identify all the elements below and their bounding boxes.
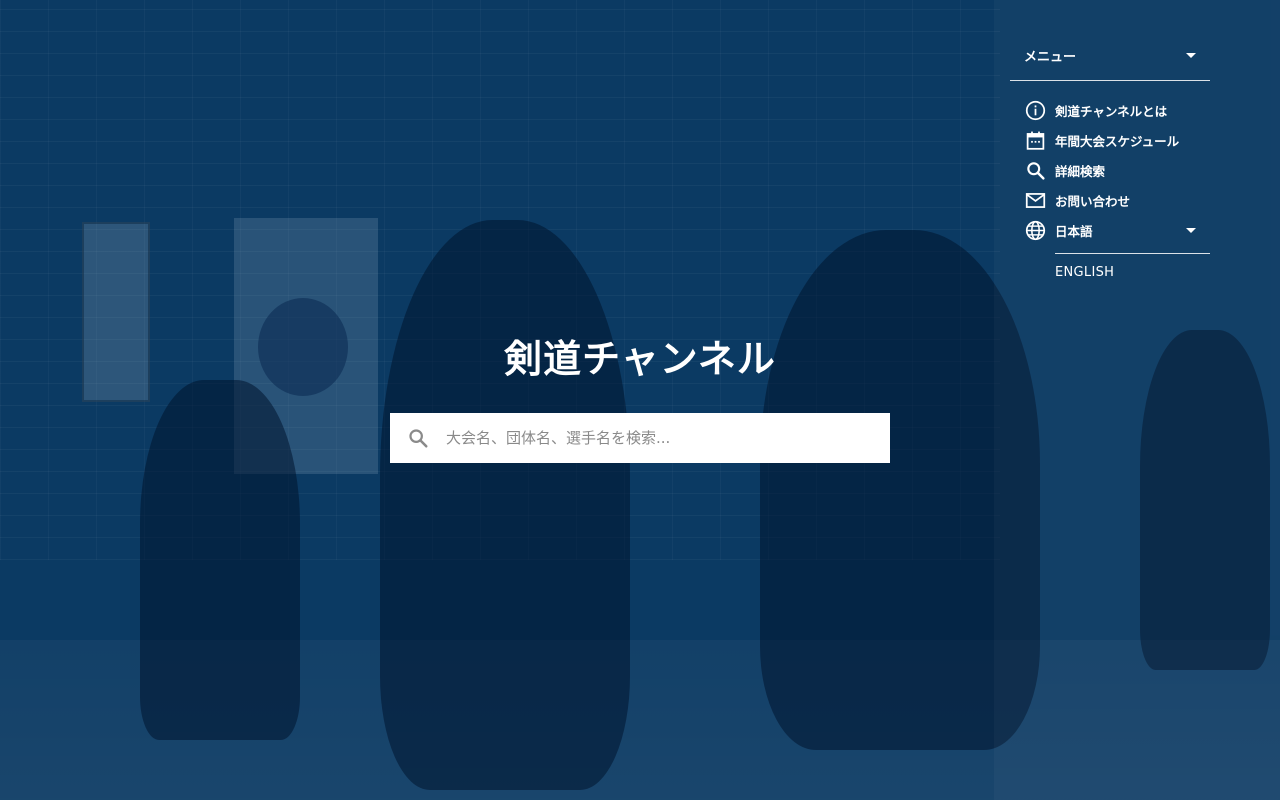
chevron-down-icon bbox=[1186, 52, 1196, 58]
current-language: 日本語 bbox=[1055, 223, 1093, 239]
info-icon bbox=[1024, 99, 1046, 121]
menu-item-about[interactable]: 剣道チャンネルとは bbox=[1024, 95, 1210, 125]
search-bar[interactable] bbox=[390, 413, 890, 463]
menu-item-label: お問い合わせ bbox=[1055, 193, 1131, 209]
mail-icon bbox=[1024, 189, 1046, 211]
menu-list: 剣道チャンネルとは 年間大会スケジュール 詳細検索 お問い合わせ bbox=[1010, 81, 1210, 215]
globe-icon bbox=[1024, 219, 1046, 241]
chevron-down-icon bbox=[1186, 227, 1196, 233]
kendoka-figure-left bbox=[380, 220, 630, 790]
menu-label: メニュー bbox=[1024, 49, 1077, 65]
menu-dropdown-toggle[interactable]: メニュー bbox=[1010, 36, 1210, 81]
calendar-icon bbox=[1024, 129, 1046, 151]
menu-item-schedule[interactable]: 年間大会スケジュール bbox=[1024, 125, 1210, 155]
search-icon bbox=[406, 426, 430, 450]
language-option-english[interactable]: ENGLISH bbox=[1055, 265, 1210, 280]
side-menu: メニュー 剣道チャンネルとは 年間大会スケジュール 詳細検索 お問い合わせ 日本… bbox=[1010, 36, 1210, 280]
hero-section: 剣道チャンネル メニュー 剣道チャンネ bbox=[0, 0, 1280, 800]
menu-item-label: 年間大会スケジュール bbox=[1055, 133, 1180, 149]
menu-item-advanced-search[interactable]: 詳細検索 bbox=[1024, 155, 1210, 185]
search-input[interactable] bbox=[446, 418, 866, 458]
referee-figure bbox=[140, 380, 300, 740]
menu-item-label: 詳細検索 bbox=[1055, 163, 1106, 179]
language-dropdown-toggle[interactable]: 日本語 bbox=[1010, 215, 1210, 245]
divider bbox=[1055, 253, 1210, 254]
site-title: 剣道チャンネル bbox=[504, 337, 776, 381]
menu-item-contact[interactable]: お問い合わせ bbox=[1024, 185, 1210, 215]
menu-item-label: 剣道チャンネルとは bbox=[1055, 103, 1168, 119]
search-icon bbox=[1024, 159, 1046, 181]
